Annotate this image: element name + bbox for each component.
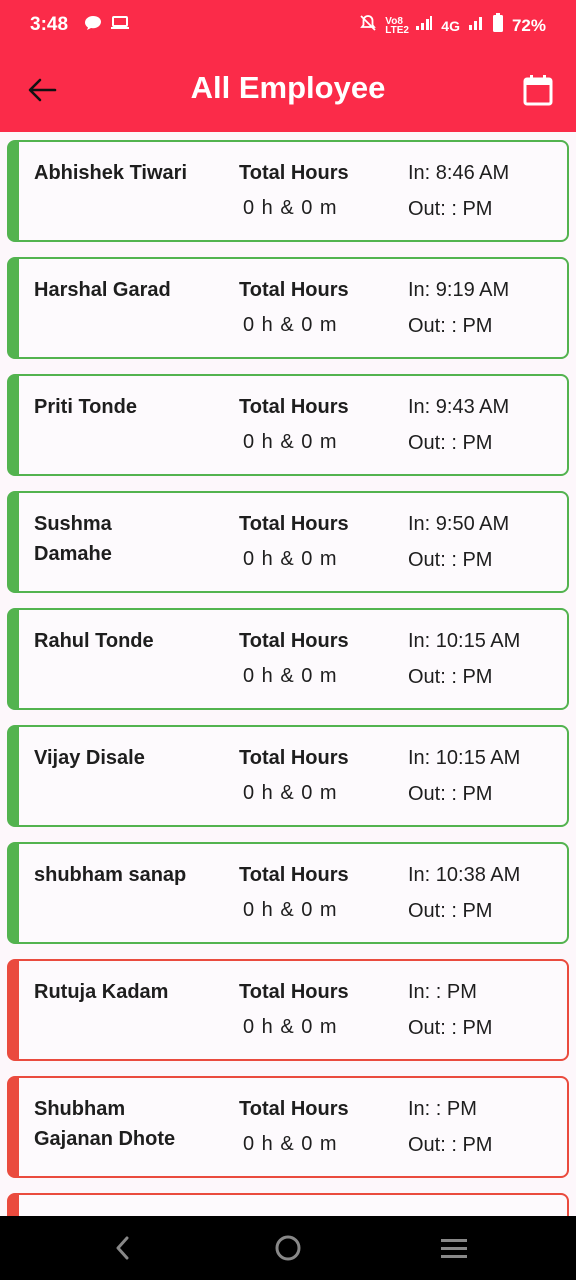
nav-home-icon <box>275 1235 301 1261</box>
top-bar: 3:48 Vo8 LTE2 4G 72% All Employee <box>0 0 576 132</box>
employee-card[interactable]: Priti Tonde Total Hours 0 h & 0 m In: 9:… <box>7 374 569 476</box>
employee-card[interactable]: Shubham Gajanan Dhote Total Hours 0 h & … <box>7 1076 569 1178</box>
battery-percent: 72% <box>511 15 546 35</box>
nav-back-icon <box>116 1236 129 1260</box>
total-hours-value: 0 h & 0 m <box>243 782 338 804</box>
total-hours-label: Total Hours <box>239 162 349 184</box>
mute-bell-icon <box>359 14 377 37</box>
laptop-icon <box>110 15 130 36</box>
employee-card[interactable]: Rahul Tonde Total Hours 0 h & 0 m In: 10… <box>7 608 569 710</box>
network-type: 4G <box>441 17 460 34</box>
employee-name: Shubham Gajanan Dhote <box>34 1098 176 1150</box>
in-time: In: : PM <box>408 981 477 1003</box>
in-time: In: 9:43 AM <box>408 396 510 418</box>
calendar-icon <box>523 75 553 106</box>
in-time: In: 9:50 AM <box>408 513 510 535</box>
employee-list[interactable]: Abhishek Tiwari Total Hours 0 h & 0 m In… <box>0 132 576 1216</box>
out-time: Out: : PM <box>408 1017 493 1039</box>
employee-name: Priti Tonde <box>34 396 137 418</box>
total-hours-label: Total Hours <box>239 396 349 418</box>
page-title: All Employee <box>190 70 386 105</box>
total-hours-value: 0 h & 0 m <box>243 548 338 570</box>
out-time: Out: : PM <box>408 1134 493 1156</box>
total-hours-label: Total Hours <box>239 1098 349 1120</box>
out-time: Out: : PM <box>408 198 493 220</box>
total-hours-value: 0 h & 0 m <box>243 1133 338 1155</box>
employee-name: Vijay Disale <box>34 747 145 769</box>
nav-recents-icon <box>441 1239 467 1258</box>
total-hours-label: Total Hours <box>239 747 349 769</box>
employee-card[interactable]: Harshal Garad Total Hours 0 h & 0 m In: … <box>7 257 569 359</box>
nav-recents-button[interactable] <box>434 1228 474 1268</box>
nav-back-button[interactable] <box>103 1228 143 1268</box>
out-time: Out: : PM <box>408 900 493 922</box>
employee-name: shubham sanap <box>34 864 187 886</box>
total-hours-label: Total Hours <box>239 630 349 652</box>
employee-name: Sushma Damahe <box>34 513 112 565</box>
calendar-button[interactable] <box>518 70 558 110</box>
employee-name: Rahul Tonde <box>34 630 154 652</box>
system-nav-bar <box>0 1216 576 1280</box>
out-time: Out: : PM <box>408 549 493 571</box>
employee-name: Harshal Garad <box>34 279 171 301</box>
nav-home-button[interactable] <box>268 1228 308 1268</box>
employee-card[interactable]: shubham sanap Total Hours 0 h & 0 m In: … <box>7 842 569 944</box>
in-time: In: : PM <box>408 1098 477 1120</box>
in-time: In: 10:38 AM <box>408 864 521 886</box>
status-bar: 3:48 Vo8 LTE2 4G 72% <box>0 0 576 50</box>
total-hours-value: 0 h & 0 m <box>243 1016 338 1038</box>
out-time: Out: : PM <box>408 432 493 454</box>
employee-card[interactable]: Abhishek Tiwari Total Hours 0 h & 0 m In… <box>7 140 569 242</box>
employee-card[interactable]: Rutuja Kadam Total Hours 0 h & 0 m In: :… <box>7 959 569 1061</box>
total-hours-label: Total Hours <box>239 981 349 1003</box>
total-hours-label: Total Hours <box>239 279 349 301</box>
total-hours-value: 0 h & 0 m <box>243 899 338 921</box>
employee-card[interactable]: Sushma Damahe Total Hours 0 h & 0 m In: … <box>7 491 569 593</box>
battery-icon <box>492 13 504 38</box>
total-hours-value: 0 h & 0 m <box>243 197 338 219</box>
employee-name: Rutuja Kadam <box>34 981 169 1003</box>
chat-bubble-icon <box>84 15 102 36</box>
employee-card[interactable] <box>7 1193 569 1216</box>
signal-2-icon <box>468 15 484 36</box>
total-hours-value: 0 h & 0 m <box>243 431 338 453</box>
total-hours-label: Total Hours <box>239 864 349 886</box>
status-time: 3:48 <box>30 14 69 35</box>
employee-name: Abhishek Tiwari <box>34 162 188 184</box>
in-time: In: 10:15 AM <box>408 630 521 652</box>
employee-card[interactable]: Vijay Disale Total Hours 0 h & 0 m In: 1… <box>7 725 569 827</box>
in-time: In: 9:19 AM <box>408 279 510 301</box>
out-time: Out: : PM <box>408 315 493 337</box>
total-hours-label: Total Hours <box>239 513 349 535</box>
volte-indicator: Vo8 LTE2 <box>385 15 409 36</box>
signal-icon <box>415 15 433 36</box>
out-time: Out: : PM <box>408 783 493 805</box>
total-hours-value: 0 h & 0 m <box>243 665 338 687</box>
total-hours-value: 0 h & 0 m <box>243 314 338 336</box>
in-time: In: 8:46 AM <box>408 162 510 184</box>
out-time: Out: : PM <box>408 666 493 688</box>
in-time: In: 10:15 AM <box>408 747 521 769</box>
